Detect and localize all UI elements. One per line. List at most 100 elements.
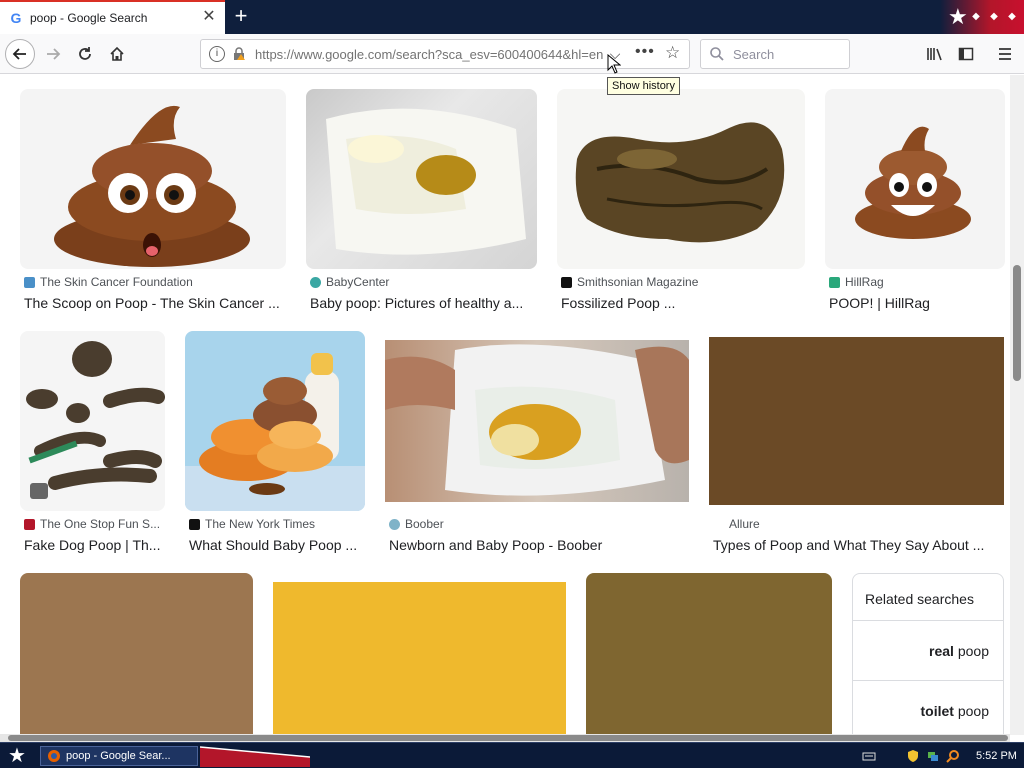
library-icon (927, 48, 942, 61)
system-tray: 5:52 PM (854, 743, 1024, 768)
related-search-rest: poop (953, 643, 989, 659)
start-button[interactable]: ★ (4, 745, 30, 767)
result-title[interactable]: Types of Poop and What They Say About ..… (713, 537, 1005, 553)
search-icon (710, 47, 724, 61)
browser-tab[interactable]: G poop - Google Search ✕ (0, 0, 225, 34)
sidebar-icon (958, 47, 974, 61)
diaper-image[interactable] (306, 89, 537, 269)
result-source[interactable]: BabyCenter (310, 274, 389, 290)
library-button[interactable] (920, 39, 950, 69)
minimize-button[interactable]: ◆ (970, 11, 982, 23)
source-favicon-icon (189, 518, 200, 530)
related-search-item[interactable]: toilet poop (853, 680, 1003, 735)
smiling-poop-emoji-image[interactable] (825, 89, 1005, 269)
vertical-scrollbar-thumb[interactable] (1013, 265, 1021, 381)
lock-warning-icon[interactable] (231, 46, 247, 62)
home-icon (110, 46, 124, 61)
result-title[interactable]: What Should Baby Poop ... (189, 537, 365, 553)
maximize-button[interactable]: ◆ (988, 11, 1000, 23)
placeholder-image[interactable] (20, 573, 253, 735)
show-history-tooltip: Show history (607, 77, 680, 95)
source-name: The New York Times (205, 517, 316, 531)
reload-icon (79, 47, 91, 60)
result-title[interactable]: The Scoop on Poop - The Skin Cancer ... (24, 295, 284, 311)
taskbar-item-label: poop - Google Sear... (66, 750, 171, 762)
search-tray-icon[interactable] (946, 749, 960, 763)
new-tab-button[interactable]: + (232, 5, 250, 27)
taskbar: ★ poop - Google Sear... 5:52 PM (0, 742, 1024, 768)
placeholder-image[interactable] (709, 337, 1004, 505)
sidebar-button[interactable] (951, 39, 981, 69)
clock[interactable]: 5:52 PM (976, 750, 1017, 762)
browser-app-icon (48, 750, 60, 762)
back-arrow-icon (12, 48, 26, 60)
related-search-bold: toilet (920, 703, 954, 719)
source-favicon-icon (310, 276, 321, 288)
keyboard-icon[interactable] (862, 749, 876, 763)
result-source[interactable]: Allure (713, 516, 760, 532)
source-name: HillRag (845, 275, 884, 289)
fake-dog-poop-image[interactable] (20, 331, 165, 511)
result-title[interactable]: POOP! | HillRag (829, 295, 1005, 311)
forward-button[interactable] (38, 39, 68, 69)
source-favicon-icon (561, 276, 572, 288)
close-tab-icon[interactable]: ✕ (201, 9, 217, 26)
result-title[interactable]: Newborn and Baby Poop - Boober (389, 537, 689, 553)
reload-button[interactable] (70, 39, 100, 69)
source-favicon-icon (24, 518, 35, 530)
shield-icon[interactable] (906, 749, 920, 763)
bookmark-star-icon[interactable]: ☆ (665, 43, 680, 63)
menu-button[interactable] (990, 39, 1020, 69)
horizontal-scrollbar[interactable] (0, 734, 1010, 742)
vertical-scrollbar[interactable] (1010, 75, 1024, 735)
result-title[interactable]: Baby poop: Pictures of healthy a... (310, 295, 536, 311)
network-icon[interactable] (926, 749, 940, 763)
forward-arrow-icon (47, 48, 61, 60)
placeholder-image[interactable] (273, 582, 566, 735)
source-name: BabyCenter (326, 275, 390, 289)
image-results: The Skin Cancer Foundation The Scoop on … (0, 75, 1010, 735)
google-g-icon: G (10, 10, 22, 26)
poop-emoji-image[interactable] (20, 89, 286, 269)
related-search-bold: real (929, 643, 954, 659)
fossil-image[interactable] (557, 89, 805, 269)
related-searches-title: Related searches (865, 591, 974, 607)
newborn-diaper-image[interactable] (385, 340, 689, 502)
result-source[interactable]: HillRag (829, 274, 884, 290)
result-source[interactable]: The Skin Cancer Foundation (24, 274, 193, 290)
result-source[interactable]: Smithsonian Magazine (561, 274, 698, 290)
home-button[interactable] (102, 39, 132, 69)
source-favicon-icon (389, 518, 400, 530)
search-bar[interactable]: Search (700, 39, 850, 69)
source-favicon-icon (24, 276, 35, 288)
search-placeholder: Search (733, 46, 775, 62)
source-name: The One Stop Fun S... (40, 517, 161, 531)
source-favicon-icon (829, 276, 840, 288)
result-source[interactable]: The New York Times (189, 516, 315, 532)
related-search-item[interactable]: real poop (853, 620, 1003, 680)
star-icon: ★ (948, 4, 968, 29)
taskbar-browser-item[interactable]: poop - Google Sear... (40, 746, 198, 766)
tab-title: poop - Google Search (30, 11, 148, 25)
hamburger-menu-icon (999, 48, 1011, 60)
source-favicon-icon (713, 518, 724, 530)
horizontal-scrollbar-thumb[interactable] (8, 735, 1008, 741)
related-searches-panel: Related searches real poop toilet poop (852, 573, 1004, 735)
navigation-toolbar: i https://www.google.com/search?sca_esv=… (0, 34, 1024, 74)
nyt-illustration-image[interactable] (185, 331, 365, 511)
source-name: Allure (729, 517, 760, 531)
placeholder-image[interactable] (586, 573, 832, 735)
result-title[interactable]: Fossilized Poop ... (561, 295, 801, 311)
mouse-cursor-icon (607, 54, 621, 74)
related-search-rest: poop (953, 703, 989, 719)
source-name: Smithsonian Magazine (577, 275, 699, 289)
page-actions-icon[interactable]: ••• (635, 43, 655, 61)
result-source[interactable]: The One Stop Fun S... (24, 516, 160, 532)
result-title[interactable]: Fake Dog Poop | Th... (24, 537, 166, 553)
back-button[interactable] (5, 39, 35, 69)
close-window-button[interactable]: ◆ (1006, 11, 1018, 23)
info-icon[interactable]: i (209, 46, 225, 62)
url-text[interactable]: https://www.google.com/search?sca_esv=60… (255, 47, 610, 62)
result-source[interactable]: Boober (389, 516, 444, 532)
tab-strip: G poop - Google Search ✕ + ★ ◆ ◆ ◆ (0, 0, 1024, 34)
